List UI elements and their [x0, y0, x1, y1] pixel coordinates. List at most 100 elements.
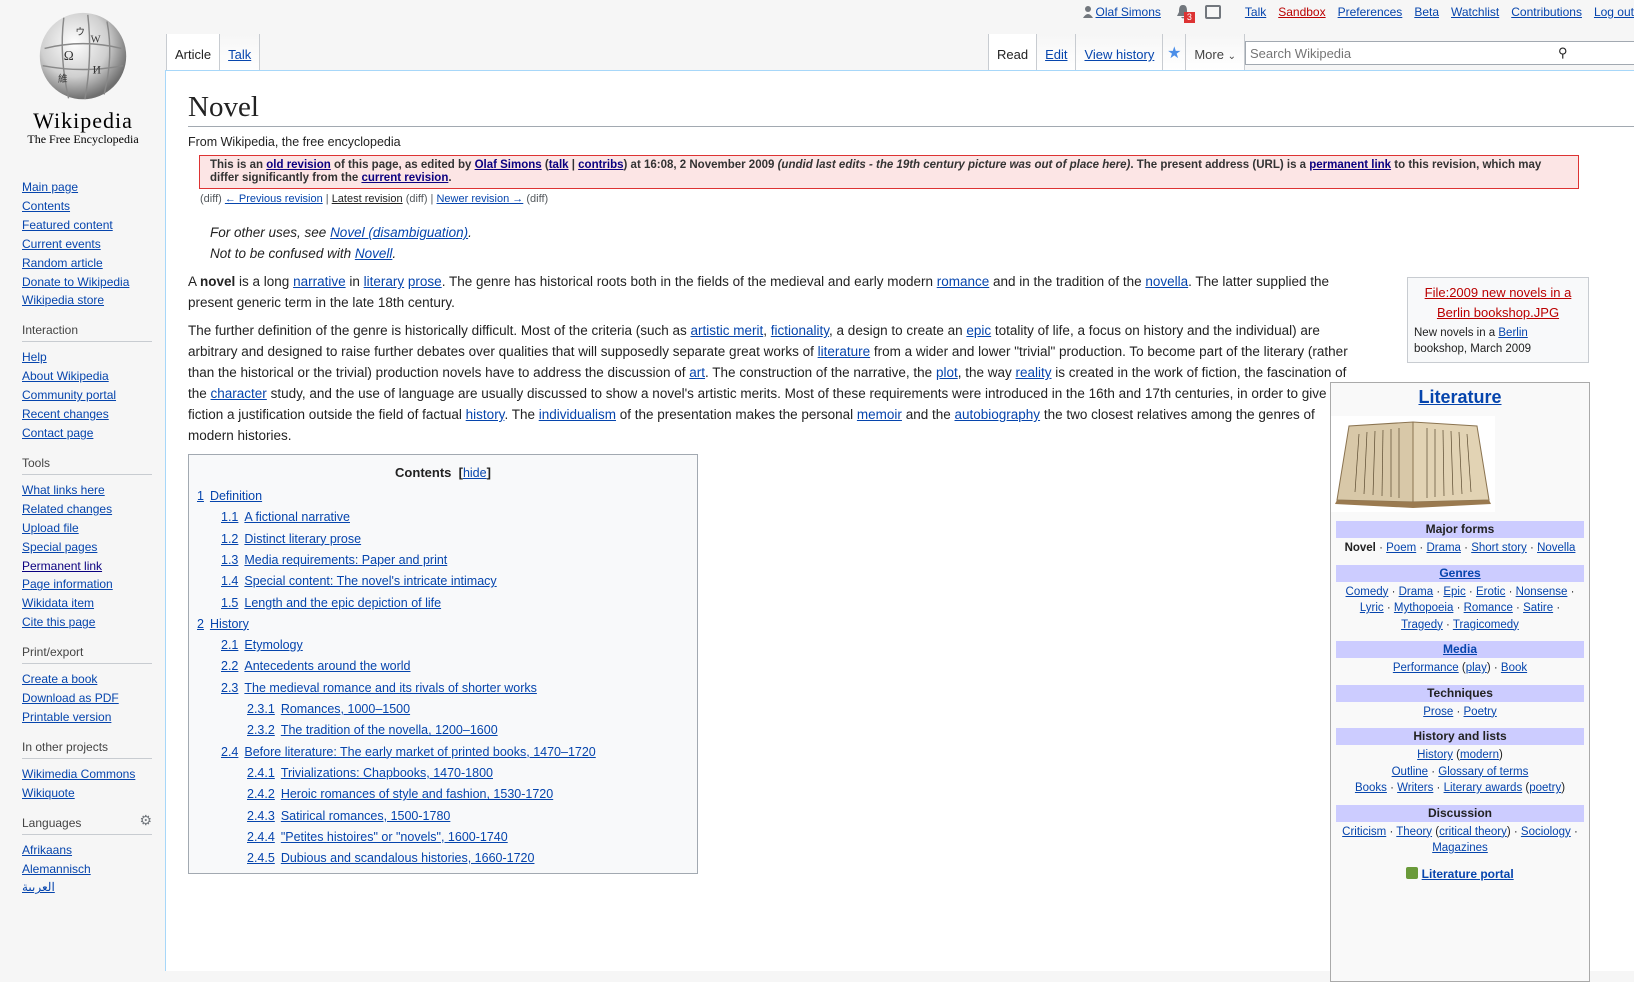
- sidebar-item-help[interactable]: Help: [22, 350, 47, 364]
- form-poem[interactable]: Poem: [1386, 542, 1416, 554]
- tab-talk[interactable]: Talk: [220, 34, 261, 70]
- link-berlin[interactable]: Berlin: [1498, 327, 1527, 339]
- gear-icon[interactable]: ⚙: [139, 812, 152, 829]
- genre-romance[interactable]: Romance: [1464, 602, 1513, 614]
- preferences-link[interactable]: Preferences: [1338, 5, 1403, 19]
- link-memoir[interactable]: memoir: [857, 407, 902, 422]
- sidebar-item-contents[interactable]: Contents: [22, 199, 70, 213]
- link-reality[interactable]: reality: [1016, 365, 1052, 380]
- editor-link[interactable]: Olaf Simons: [475, 159, 542, 171]
- link-individualism[interactable]: individualism: [539, 407, 616, 422]
- toc-item[interactable]: 1.4 Special content: The novel's intricat…: [221, 574, 497, 588]
- sidebar-item-wikidata[interactable]: Wikidata item: [22, 596, 94, 610]
- sidebar-item-related-changes[interactable]: Related changes: [22, 502, 112, 516]
- genres-heading-link[interactable]: Genres: [1439, 566, 1480, 580]
- sidebar-item-main-page[interactable]: Main page: [22, 180, 78, 194]
- contributions-link[interactable]: Contributions: [1511, 5, 1582, 19]
- genre-mythopoeia[interactable]: Mythopoeia: [1394, 602, 1453, 614]
- outline-link[interactable]: Outline: [1392, 766, 1428, 778]
- sidebar-item-lang-alemannisch[interactable]: Alemannisch: [22, 862, 91, 876]
- disambiguation-link[interactable]: Novel (disambiguation): [330, 225, 468, 240]
- sandbox-link[interactable]: Sandbox: [1278, 5, 1325, 19]
- sidebar-item-lang-afrikaans[interactable]: Afrikaans: [22, 843, 72, 857]
- toc-item[interactable]: 2.2 Antecedents around the world: [221, 659, 410, 673]
- theory-link[interactable]: Theory: [1396, 826, 1432, 838]
- link-epic[interactable]: epic: [966, 323, 991, 338]
- sidebar-item-community-portal[interactable]: Community portal: [22, 388, 116, 402]
- toc-item[interactable]: 2.4.5 Dubious and scandalous histories, 1…: [247, 851, 534, 865]
- media-performance[interactable]: Performance: [1393, 662, 1459, 674]
- tab-article[interactable]: Article: [166, 34, 221, 70]
- previous-revision-link[interactable]: ← Previous revision: [225, 193, 323, 205]
- poetry-awards-link[interactable]: poetry: [1529, 782, 1561, 794]
- toc-item[interactable]: 2.1 Etymology: [221, 638, 303, 652]
- more-menu[interactable]: More ⌄: [1186, 34, 1245, 70]
- link-character[interactable]: character: [211, 386, 267, 401]
- link-history[interactable]: history: [466, 407, 505, 422]
- toc-item[interactable]: 2.4.2 Heroic romances of style and fashio…: [247, 787, 553, 801]
- link-fictionality[interactable]: fictionality: [771, 323, 829, 338]
- sidebar-item-donate[interactable]: Donate to Wikipedia: [22, 275, 129, 289]
- tab-edit[interactable]: Edit: [1037, 34, 1077, 70]
- glossary-link[interactable]: Glossary of terms: [1438, 766, 1528, 778]
- magazines-link[interactable]: Magazines: [1432, 842, 1488, 854]
- link-artistic-merit[interactable]: artistic merit: [690, 323, 763, 338]
- editor-talk-link[interactable]: talk: [549, 159, 569, 171]
- navbox-title-link[interactable]: Literature: [1418, 387, 1501, 407]
- technique-prose[interactable]: Prose: [1423, 706, 1453, 718]
- genre-erotic[interactable]: Erotic: [1476, 586, 1505, 598]
- sidebar-item-contact[interactable]: Contact page: [22, 426, 93, 440]
- sidebar-item-store[interactable]: Wikipedia store: [22, 293, 104, 307]
- toc-item[interactable]: 1 Definition: [197, 489, 262, 503]
- watchlist-link[interactable]: Watchlist: [1451, 5, 1499, 19]
- genre-drama[interactable]: Drama: [1399, 586, 1434, 598]
- technique-poetry[interactable]: Poetry: [1464, 706, 1497, 718]
- genre-comedy[interactable]: Comedy: [1346, 586, 1389, 598]
- user-link[interactable]: Olaf Simons: [1082, 5, 1161, 19]
- genre-nonsense[interactable]: Nonsense: [1516, 586, 1568, 598]
- sidebar-item-lang-arabic[interactable]: العربية: [22, 880, 55, 894]
- link-novella[interactable]: novella: [1145, 274, 1188, 289]
- watch-star-icon[interactable]: ★: [1163, 34, 1187, 70]
- novell-link[interactable]: Novell: [355, 246, 393, 261]
- modern-link[interactable]: modern: [1460, 749, 1499, 761]
- form-short-story[interactable]: Short story: [1471, 542, 1527, 554]
- toc-item[interactable]: 2.3 The medieval romance and its rivals o…: [221, 681, 537, 695]
- sidebar-item-download-pdf[interactable]: Download as PDF: [22, 691, 119, 705]
- link-literature[interactable]: literature: [818, 344, 871, 359]
- sidebar-item-special-pages[interactable]: Special pages: [22, 540, 97, 554]
- link-art[interactable]: art: [689, 365, 705, 380]
- sociology-link[interactable]: Sociology: [1521, 826, 1571, 838]
- toc-hide-toggle[interactable]: hide: [463, 466, 487, 480]
- link-prose[interactable]: prose: [408, 274, 442, 289]
- sidebar-item-random-article[interactable]: Random article: [22, 256, 103, 270]
- books-link[interactable]: Books: [1355, 782, 1387, 794]
- form-drama[interactable]: Drama: [1426, 542, 1461, 554]
- old-revision-link[interactable]: old revision: [266, 159, 331, 171]
- link-literary[interactable]: literary: [364, 274, 405, 289]
- sidebar-item-wikiquote[interactable]: Wikiquote: [22, 786, 75, 800]
- sidebar-item-page-information[interactable]: Page information: [22, 577, 113, 591]
- sidebar-item-cite[interactable]: Cite this page: [22, 615, 95, 629]
- toc-item[interactable]: 2.3.1 Romances, 1000–1500: [247, 702, 410, 716]
- media-heading-link[interactable]: Media: [1443, 642, 1477, 656]
- toc-item[interactable]: 1.2 Distinct literary prose: [221, 532, 361, 546]
- genre-lyric[interactable]: Lyric: [1360, 602, 1384, 614]
- latest-revision-link[interactable]: Latest revision: [332, 193, 403, 205]
- media-book[interactable]: Book: [1501, 662, 1527, 674]
- toc-item[interactable]: 1.1 A fictional narrative: [221, 510, 350, 524]
- toc-item[interactable]: 2 History: [197, 617, 249, 631]
- sidebar-item-commons[interactable]: Wikimedia Commons: [22, 767, 135, 781]
- sidebar-item-featured-content[interactable]: Featured content: [22, 218, 113, 232]
- link-plot[interactable]: plot: [936, 365, 958, 380]
- criticism-link[interactable]: Criticism: [1342, 826, 1386, 838]
- current-revision-link[interactable]: current revision: [361, 172, 448, 184]
- critical-theory-link[interactable]: critical theory: [1439, 826, 1507, 838]
- genre-satire[interactable]: Satire: [1523, 602, 1553, 614]
- tab-view-history[interactable]: View history: [1076, 34, 1164, 70]
- talk-link[interactable]: Talk: [1245, 5, 1266, 19]
- toc-item[interactable]: 1.3 Media requirements: Paper and print: [221, 553, 447, 567]
- editor-contribs-link[interactable]: contribs: [578, 159, 623, 171]
- link-narrative[interactable]: narrative: [293, 274, 346, 289]
- toc-item[interactable]: 2.4.1 Trivializations: Chapbooks, 1470-18…: [247, 766, 493, 780]
